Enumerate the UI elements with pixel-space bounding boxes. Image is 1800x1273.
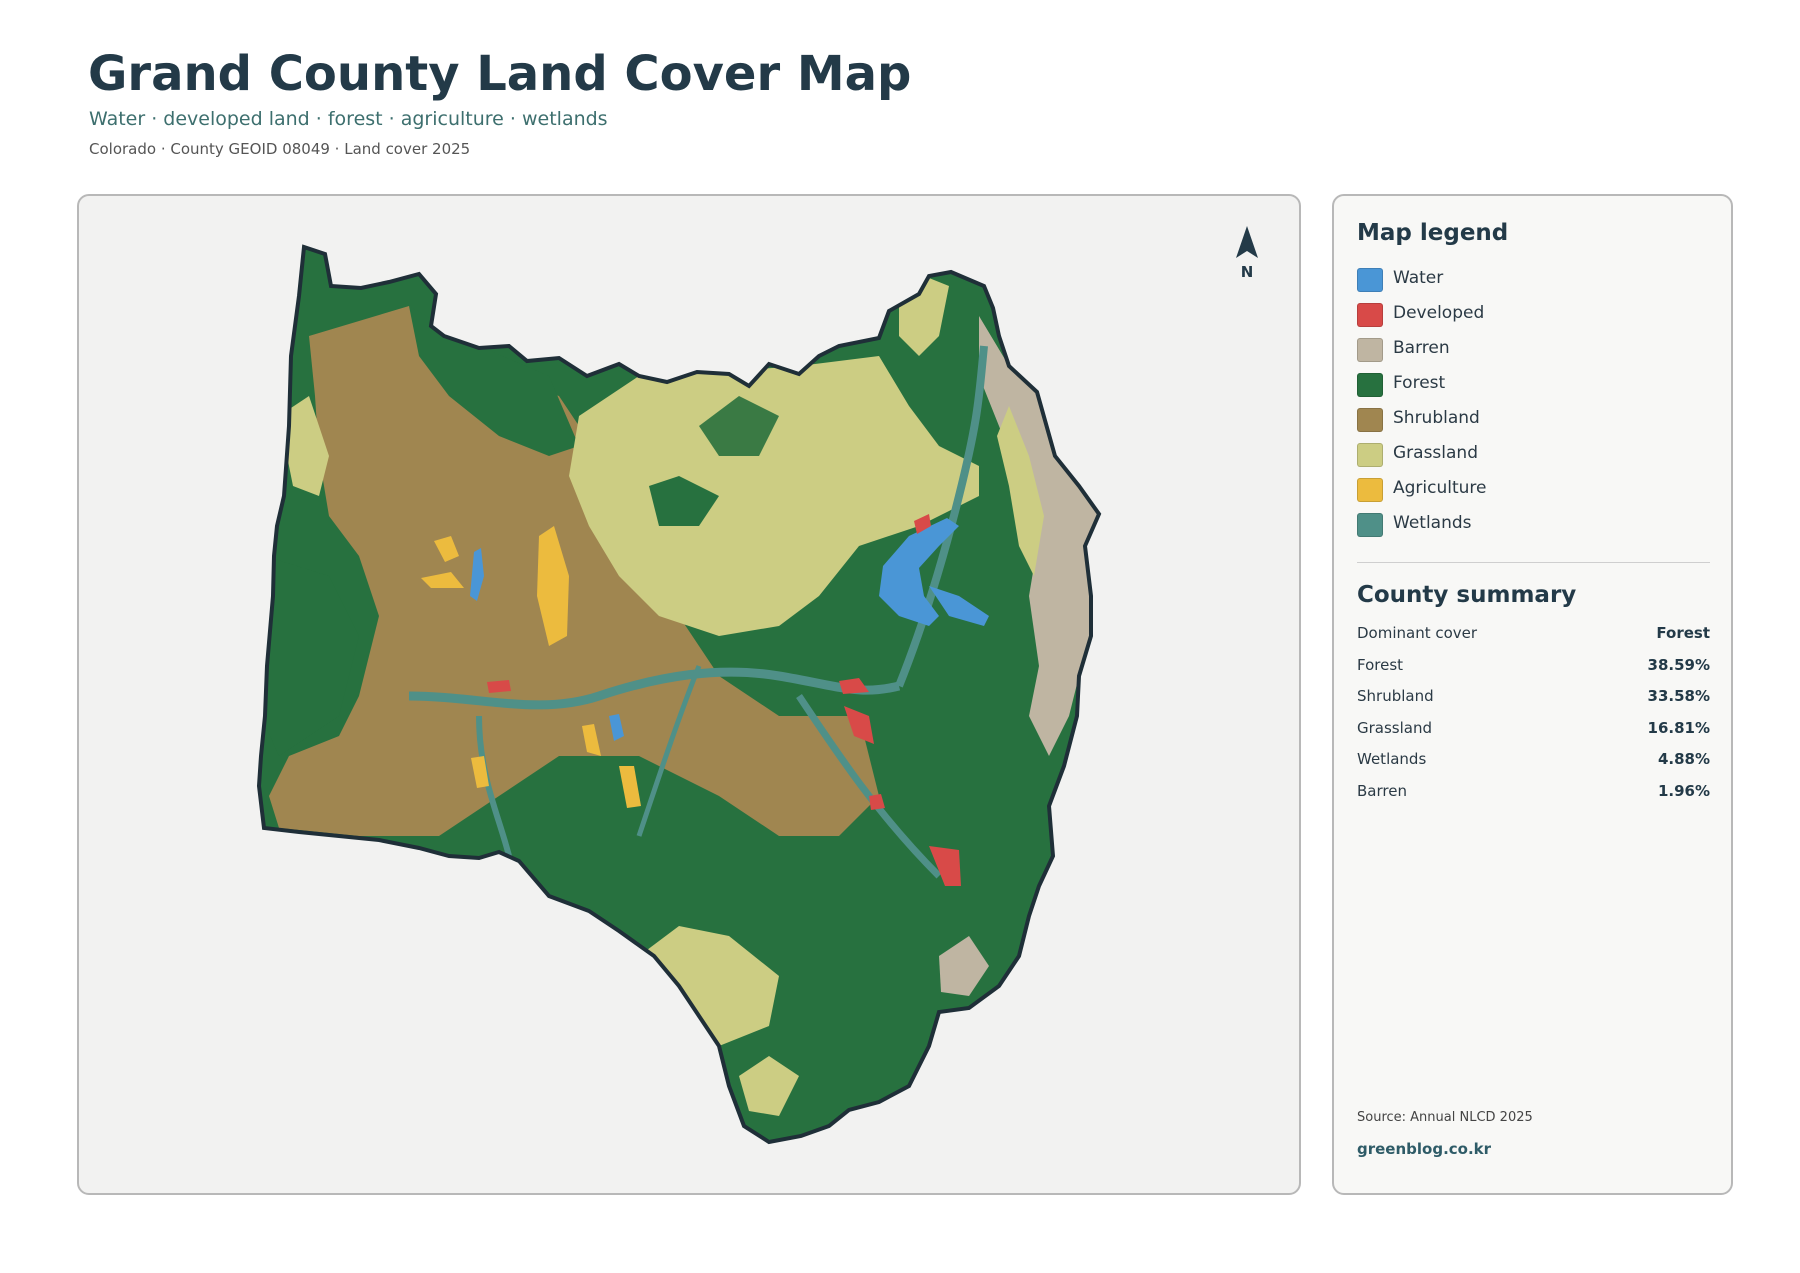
- legend-label: Water: [1393, 268, 1444, 288]
- page-meta: Colorado · County GEOID 08049 · Land cov…: [89, 140, 471, 158]
- summary-value: 4.88%: [1657, 750, 1710, 768]
- page-title: Grand County Land Cover Map: [88, 46, 912, 102]
- legend-label: Forest: [1393, 373, 1446, 393]
- brand-link[interactable]: greenblog.co.kr: [1357, 1140, 1491, 1158]
- summary-row: Barren 1.96%: [1357, 782, 1710, 802]
- legend-swatch: [1357, 268, 1383, 292]
- summary-label: Shrubland: [1357, 687, 1434, 705]
- legend-label: Grassland: [1393, 443, 1478, 463]
- legend-swatch: [1357, 408, 1383, 432]
- summary-row: Wetlands 4.88%: [1357, 750, 1710, 770]
- legend-label: Developed: [1393, 303, 1485, 323]
- north-arrow-icon: [1232, 224, 1262, 264]
- page-subtitle: Water · developed land · forest · agricu…: [89, 108, 608, 130]
- legend-swatch: [1357, 303, 1383, 327]
- legend-swatch: [1357, 513, 1383, 537]
- source-note: Source: Annual NLCD 2025: [1357, 1110, 1533, 1125]
- summary-value: 33.58%: [1647, 687, 1710, 705]
- divider: [1357, 562, 1710, 563]
- north-label: N: [1240, 263, 1254, 281]
- summary-value: 16.81%: [1647, 718, 1710, 737]
- developed-area: [487, 680, 511, 693]
- summary-value: Forest: [1656, 624, 1710, 642]
- side-panel: Map legend Water Developed Barren Forest Shr…: [1332, 194, 1733, 1195]
- summary-label: Barren: [1357, 781, 1407, 800]
- legend-label: Shrubland: [1393, 408, 1480, 428]
- legend-label: Wetlands: [1393, 513, 1472, 533]
- summary-value: 38.59%: [1647, 655, 1710, 674]
- legend-swatch: [1357, 443, 1383, 467]
- summary-row: Dominant cover Forest: [1357, 624, 1710, 644]
- legend-label: Agriculture: [1393, 478, 1487, 498]
- summary-label: Forest: [1357, 655, 1404, 674]
- legend-label: Barren: [1393, 338, 1450, 358]
- legend-swatch: [1357, 478, 1383, 502]
- map-panel[interactable]: [77, 194, 1301, 1195]
- summary-label: Wetlands: [1357, 750, 1427, 768]
- county-map[interactable]: [79, 196, 1301, 1195]
- summary-title: County summary: [1357, 582, 1577, 608]
- summary-row: Forest 38.59%: [1357, 656, 1710, 676]
- legend-swatch: [1357, 338, 1383, 362]
- legend-swatch: [1357, 373, 1383, 397]
- summary-row: Shrubland 33.58%: [1357, 687, 1710, 707]
- legend-title: Map legend: [1357, 220, 1509, 246]
- summary-label: Grassland: [1357, 718, 1432, 737]
- summary-value: 1.96%: [1657, 781, 1710, 800]
- summary-row: Grassland 16.81%: [1357, 719, 1710, 739]
- summary-label: Dominant cover: [1357, 624, 1478, 642]
